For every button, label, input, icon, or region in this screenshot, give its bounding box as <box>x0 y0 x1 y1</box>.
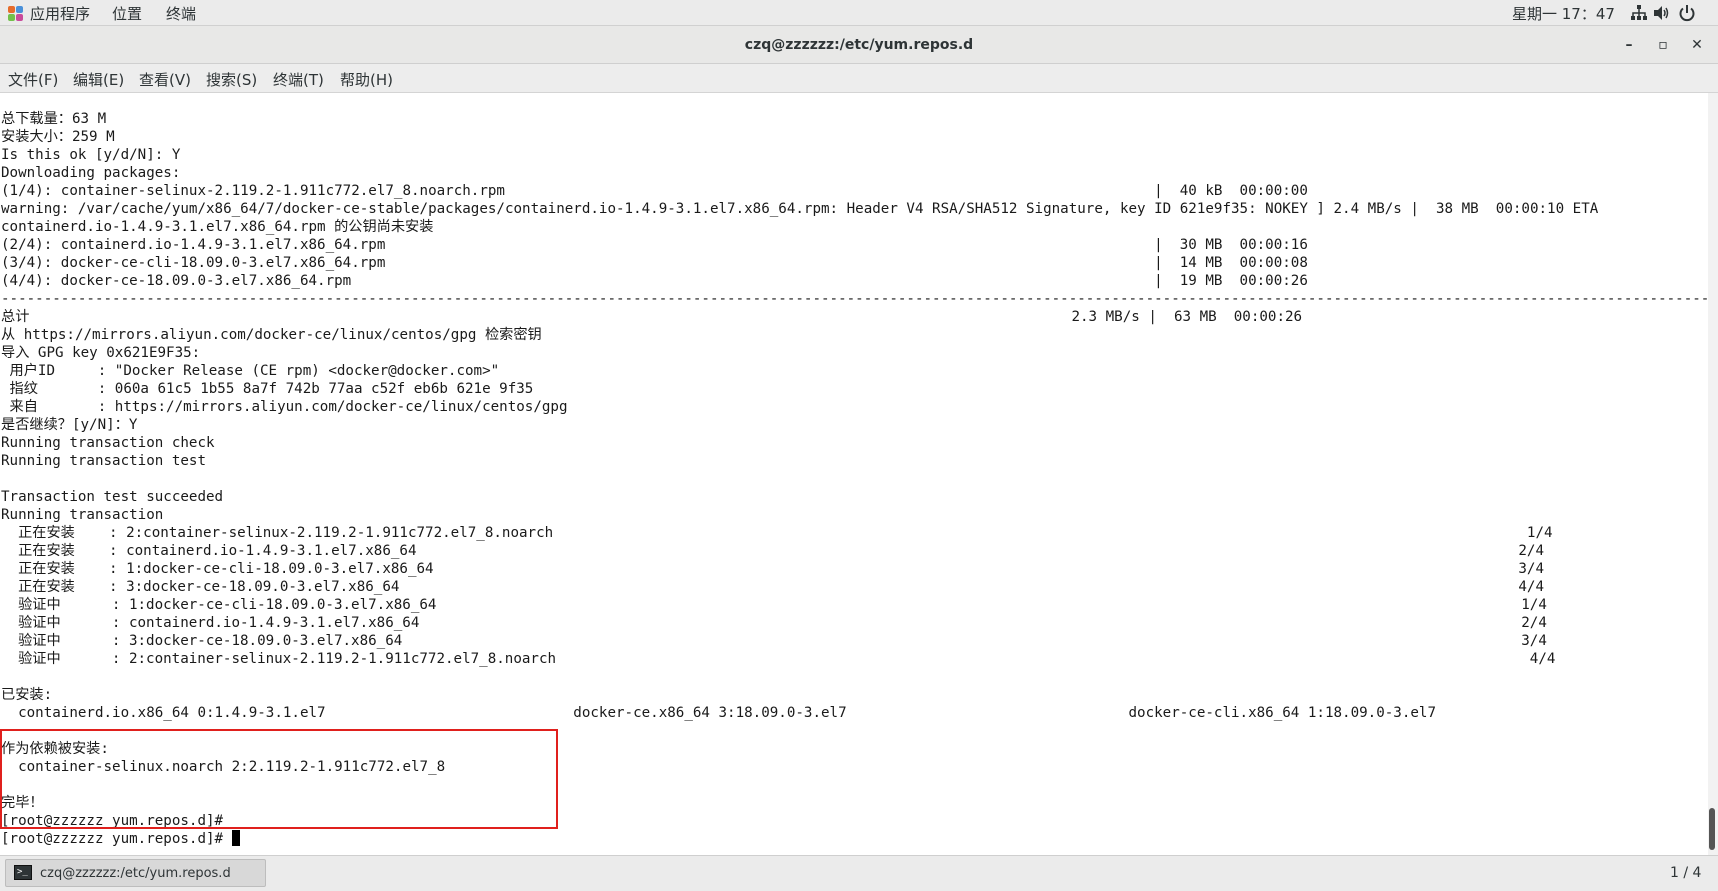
terminal-icon: >_ <box>14 865 32 880</box>
workspace-pager[interactable]: 1 / 4 <box>1670 865 1701 881</box>
menu-help[interactable]: 帮助(H) <box>340 69 393 90</box>
maximize-button[interactable]: ▫ <box>1654 36 1672 54</box>
applications-icon <box>8 5 24 22</box>
window-title: czq@zzzzzz:/etc/yum.repos.d <box>744 37 974 53</box>
places-menu[interactable]: 位置 <box>112 3 142 24</box>
terminal-app-menu[interactable]: 终端 <box>166 3 196 24</box>
window-titlebar[interactable]: czq@zzzzzz:/etc/yum.repos.d – ▫ ✕ <box>0 26 1718 64</box>
terminal-history: 总下载量：63 M 安装大小：259 M Is this ok [y/d/N]:… <box>1 111 1708 829</box>
menu-bar: 文件(F) 编辑(E) 查看(V) 搜索(S) 终端(T) 帮助(H) <box>0 64 1718 93</box>
bottom-panel: >_ czq@zzzzzz:/etc/yum.repos.d 1 / 4 <box>0 855 1718 891</box>
terminal-prompt: [root@zzzzzz yum.repos.d]# <box>1 831 232 847</box>
text-cursor <box>231 830 240 846</box>
taskbar-item-label: czq@zzzzzz:/etc/yum.repos.d <box>40 866 231 881</box>
menu-view[interactable]: 查看(V) <box>139 69 191 90</box>
scrollbar-thumb[interactable] <box>1709 808 1715 850</box>
menu-terminal[interactable]: 终端(T) <box>273 69 324 90</box>
menu-edit[interactable]: 编辑(E) <box>73 69 124 90</box>
top-panel: 应用程序 位置 终端 星期一 17：47 <box>0 0 1718 26</box>
power-icon[interactable] <box>1678 4 1696 22</box>
highlight-box <box>0 729 558 829</box>
taskbar-terminal-item[interactable]: >_ czq@zzzzzz:/etc/yum.repos.d <box>5 859 266 887</box>
volume-icon[interactable] <box>1652 4 1670 22</box>
applications-menu[interactable]: 应用程序 <box>8 3 90 24</box>
network-icon[interactable] <box>1630 4 1648 22</box>
close-button[interactable]: ✕ <box>1688 36 1706 54</box>
menu-search[interactable]: 搜索(S) <box>206 69 257 90</box>
clock[interactable]: 星期一 17：47 <box>1512 3 1615 24</box>
menu-file[interactable]: 文件(F) <box>8 69 58 90</box>
minimize-button[interactable]: – <box>1620 36 1638 54</box>
applications-label: 应用程序 <box>30 5 91 23</box>
scrollbar-track[interactable] <box>1708 93 1718 855</box>
